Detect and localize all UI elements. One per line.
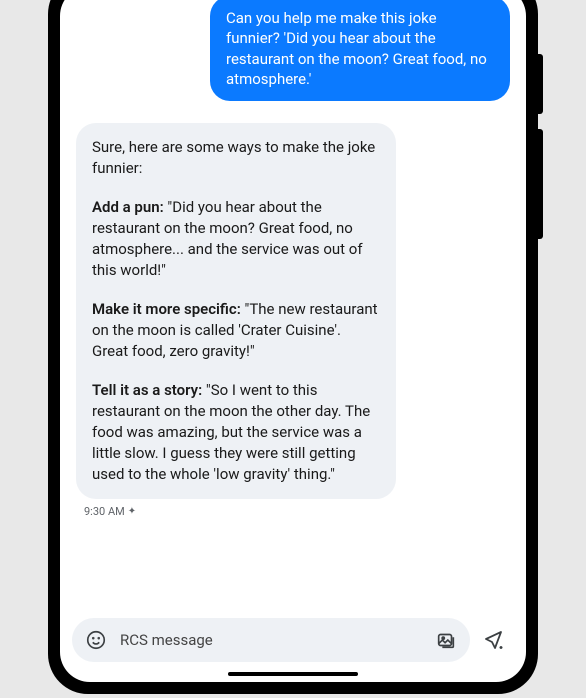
message-timestamp: 9:30 AM ✦ bbox=[84, 505, 512, 518]
message-section: Add a pun: "Did you hear about the resta… bbox=[92, 197, 380, 281]
composer-input-wrap[interactable]: RCS message bbox=[72, 618, 470, 662]
screen: Can you help me make this joke funnier? … bbox=[60, 0, 526, 682]
composer: RCS message bbox=[60, 608, 526, 670]
message-section: Make it more specific: "The new restaura… bbox=[92, 299, 380, 362]
home-indicator[interactable] bbox=[228, 672, 358, 676]
section-title: Tell it as a story: bbox=[92, 381, 202, 399]
phone-frame: Can you help me make this joke funnier? … bbox=[48, 0, 538, 694]
send-button[interactable] bbox=[474, 620, 514, 660]
sparkle-icon: ✦ bbox=[128, 506, 136, 517]
side-button bbox=[538, 129, 543, 239]
composer-placeholder[interactable]: RCS message bbox=[120, 631, 422, 649]
gallery-icon[interactable] bbox=[432, 626, 460, 654]
message-section: Tell it as a story: "So I went to this r… bbox=[92, 380, 380, 485]
section-title: Add a pun: bbox=[92, 198, 164, 216]
outgoing-message[interactable]: Can you help me make this joke funnier? … bbox=[210, 0, 510, 101]
incoming-message[interactable]: Sure, here are some ways to make the jok… bbox=[76, 123, 396, 499]
chat-area: Can you help me make this joke funnier? … bbox=[60, 0, 526, 608]
timestamp-text: 9:30 AM bbox=[84, 505, 125, 518]
section-title: Make it more specific: bbox=[92, 300, 241, 318]
side-button bbox=[538, 54, 543, 114]
emoji-icon[interactable] bbox=[82, 626, 110, 654]
message-text: Can you help me make this joke funnier? … bbox=[226, 9, 487, 88]
message-intro: Sure, here are some ways to make the jok… bbox=[92, 137, 380, 179]
